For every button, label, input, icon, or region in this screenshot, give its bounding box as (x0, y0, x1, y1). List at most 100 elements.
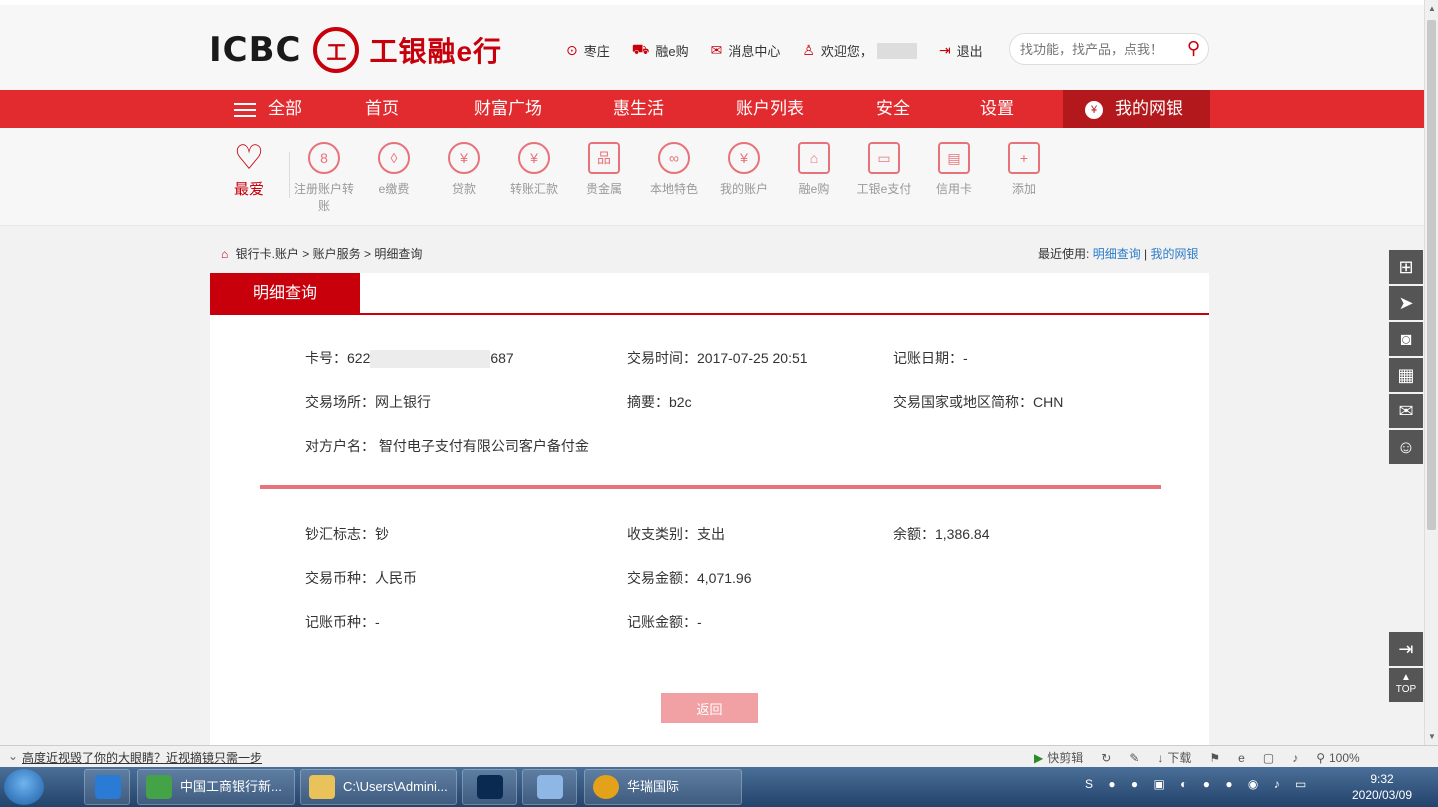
back-button[interactable]: 返回 (661, 693, 758, 723)
shortcut-transfer[interactable]: ¥ 转账汇款 (499, 138, 569, 197)
hamburger-icon (234, 99, 256, 121)
icbc-logo[interactable]: ICBC 工 工银融e行 (209, 27, 502, 73)
mail-icon: ✉ (710, 42, 723, 58)
card-number-suffix: 687 (490, 350, 514, 366)
right-float-toolbar: ⊞ ➤ ◙ ▦ ✉ ☺ (1389, 250, 1423, 466)
download-label[interactable]: 下载 (1167, 749, 1191, 766)
pin-icon[interactable]: ✎ (1129, 751, 1139, 765)
ie-taskbar-icon[interactable] (84, 769, 130, 805)
download-icon[interactable]: ↓ (1157, 751, 1163, 765)
taskbar-window-explorer[interactable]: C:\Users\Admini... (300, 769, 457, 805)
tab-detail-query[interactable]: 明细查询 (210, 273, 360, 314)
book-amount: 记账金额：- (627, 614, 702, 630)
logo-cn-text: 工银融e行 (369, 36, 503, 67)
breadcrumb-item-service[interactable]: 账户服务 (313, 247, 361, 261)
main-nav: 全部 首页 财富广场 惠生活 账户列表 安全 设置 ¥ 我的网银 (0, 90, 1424, 128)
top-link-logout[interactable]: ⇥ 退出 (939, 41, 983, 60)
huarui-icon (593, 775, 619, 799)
quick-clip-label[interactable]: 快剪辑 (1047, 749, 1083, 766)
plus-icon: + (1008, 142, 1040, 174)
shortcut-credit-card[interactable]: ▤ 信用卡 (919, 138, 989, 197)
window-icon[interactable]: ▢ (1263, 751, 1274, 765)
shortcut-epay[interactable]: ▭ 工银e支付 (849, 138, 919, 197)
gift-icon[interactable]: ⊞ (1389, 250, 1423, 284)
trade-currency: 交易币种：人民币 (305, 570, 417, 586)
browser-statusbar: ⌄ 高度近视毁了你的大眼睛？近视摘镜只需一步 ▶ 快剪辑 ↻ ✎ ↓ 下载 ⚑ … (0, 745, 1438, 767)
nav-item-mybank[interactable]: ¥ 我的网银 (1063, 90, 1210, 128)
user-icon: ♙ (802, 42, 815, 58)
refresh-icon[interactable]: ↻ (1101, 751, 1111, 765)
nav-item-home[interactable]: 首页 (365, 90, 399, 128)
taskbar-app-bird[interactable] (522, 769, 577, 805)
shortcut-add[interactable]: + 添加 (989, 138, 1059, 197)
shortcut-epay-bills[interactable]: ◊ e缴费 (359, 138, 429, 197)
back-to-top-button[interactable]: ▲ TOP (1389, 668, 1423, 702)
nav-item-security[interactable]: 安全 (876, 90, 910, 128)
home-icon[interactable]: ⌂ (221, 247, 228, 261)
clock-date: 2020/03/09 (1351, 788, 1413, 802)
search-icon[interactable]: ⚲ (1187, 38, 1200, 59)
nav-item-life[interactable]: 惠生活 (613, 90, 664, 128)
system-tray[interactable]: S ● ● ▣ ◐ ● ● ◉ ♪ ▭ (1085, 777, 1312, 791)
top-link-messages[interactable]: ✉ 消息中心 (711, 41, 781, 60)
shortcut-register-transfer[interactable]: 8 注册账户转账 (289, 138, 359, 214)
collapse-icon[interactable]: ⇥ (1389, 632, 1423, 666)
recent-link-mybank[interactable]: 我的网银 (1151, 247, 1199, 261)
service-icon[interactable]: ☺ (1389, 430, 1423, 464)
yuan-icon: ¥ (728, 142, 760, 174)
shortcut-precious-metal[interactable]: 品贵金属 (569, 138, 639, 197)
ie-icon[interactable]: e (1238, 751, 1245, 765)
scroll-down-arrow-icon[interactable]: ▼ (1427, 732, 1437, 741)
gold-bars-icon: 品 (588, 142, 620, 174)
taskbar-clock[interactable]: 9:32 2020/03/09 (1340, 771, 1424, 803)
shortcut-my-account[interactable]: ¥ 我的账户 (709, 138, 779, 197)
cart-icon: ⛟ (631, 41, 650, 57)
taskbar-window-label: 中国工商银行新... (180, 779, 282, 794)
recent-used: 最近使用: 明细查询 | 我的网银 (1038, 245, 1199, 262)
page-scrollbar[interactable]: ▲ ▼ (1424, 0, 1438, 745)
browser-icon (146, 775, 172, 799)
nav-item-wealth[interactable]: 财富广场 (474, 90, 542, 128)
top-link-rongegou[interactable]: ⛟ 融e购 (632, 41, 689, 60)
ad-link[interactable]: 高度近视毁了你的大眼睛？近视摘镜只需一步 (22, 749, 262, 766)
scroll-up-arrow-icon[interactable]: ▲ (1427, 4, 1437, 13)
logo-text: ICBC (209, 30, 302, 70)
breadcrumb-separator: > (363, 247, 375, 261)
search-input[interactable] (1020, 41, 1170, 57)
money-bag-icon: ¥ (1085, 100, 1103, 119)
flag-icon[interactable]: ⚑ (1209, 751, 1220, 765)
quick-clip-icon[interactable]: ▶ (1034, 751, 1043, 765)
zoom-level[interactable]: 100% (1329, 751, 1360, 765)
nav-item-all[interactable]: 全部 (234, 90, 302, 128)
taskbar-window-huarui[interactable]: 华瑞国际 (584, 769, 742, 805)
top-link-location[interactable]: ⊙ 枣庄 (566, 41, 610, 60)
taskbar-window-icbc[interactable]: 中国工商银行新... (137, 769, 295, 805)
card-number-field: 卡号：622 687 (305, 348, 514, 369)
shortcut-favorite[interactable]: ♡ 最爱 (214, 138, 284, 199)
send-icon[interactable]: ➤ (1389, 286, 1423, 320)
shortcut-local[interactable]: ∞ 本地特色 (639, 138, 709, 197)
zoom-icon[interactable]: ⚲ (1316, 751, 1325, 765)
volume-icon[interactable]: ♪ (1292, 751, 1298, 765)
shortcut-divider (289, 152, 290, 198)
chevron-down-icon[interactable]: ⌄ (8, 749, 18, 763)
breadcrumb-item-card[interactable]: 银行卡.账户 (236, 247, 299, 261)
recent-link-detail[interactable]: 明细查询 (1093, 247, 1141, 261)
book-date: 记账日期：- (893, 350, 968, 366)
start-button[interactable] (4, 769, 44, 805)
welcome-label: 欢迎您， (820, 44, 873, 59)
search-box[interactable]: ⚲ (1009, 33, 1209, 65)
shortcut-rongegou[interactable]: ⌂ 融e购 (779, 138, 849, 197)
nav-item-accounts[interactable]: 账户列表 (736, 90, 804, 128)
camera-icon[interactable]: ◙ (1389, 322, 1423, 356)
clock-time: 9:32 (1370, 772, 1394, 786)
trade-place: 交易场所：网上银行 (305, 394, 431, 410)
top-header: ICBC 工 工银融e行 ⊙ 枣庄 ⛟ 融e购 ✉ 消息中心 ♙ 欢迎您， ⇥ 退出 ⚲ (0, 0, 1424, 90)
register-transfer-icon: 8 (308, 142, 340, 174)
scroll-thumb[interactable] (1427, 20, 1436, 530)
shortcut-loan[interactable]: ¥ 贷款 (429, 138, 499, 197)
taskbar-photoshop[interactable] (462, 769, 517, 805)
nav-item-settings[interactable]: 设置 (980, 90, 1014, 128)
calendar-icon[interactable]: ▦ (1389, 358, 1423, 392)
envelope-icon[interactable]: ✉ (1389, 394, 1423, 428)
